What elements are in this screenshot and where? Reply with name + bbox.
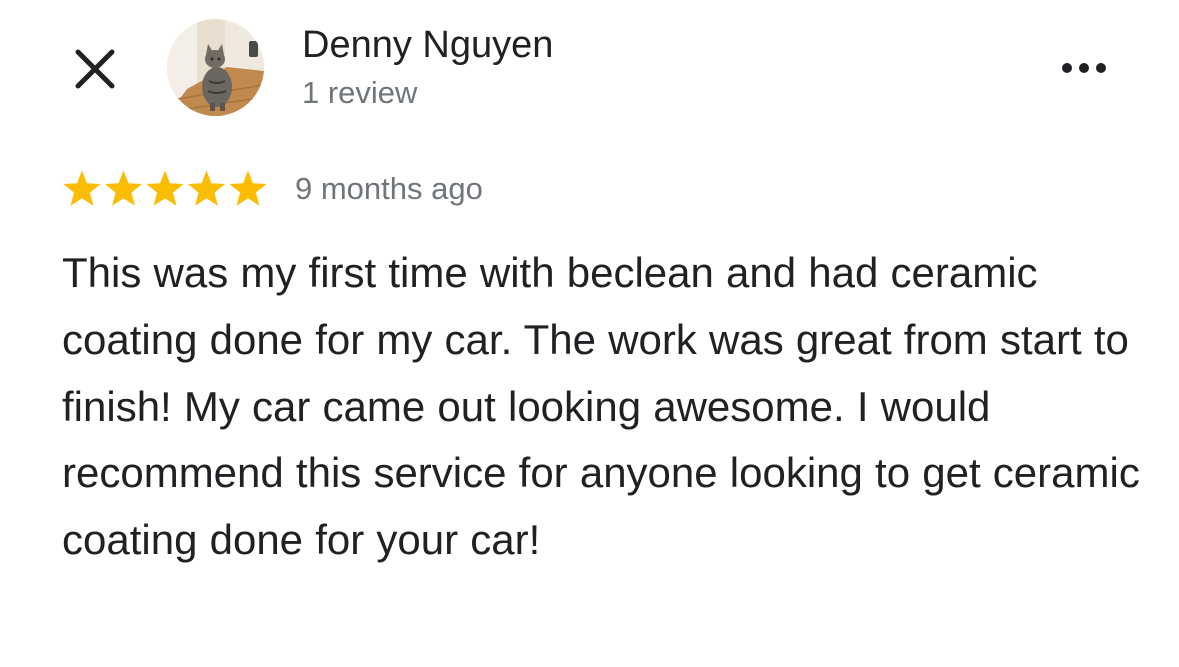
more-horizontal-icon	[1062, 63, 1106, 73]
close-icon	[75, 49, 115, 89]
review-count: 1 review	[302, 75, 418, 110]
more-options-button[interactable]	[1052, 52, 1116, 84]
reviewer-name[interactable]: Denny Nguyen	[302, 22, 553, 68]
cat-photo-avatar	[167, 19, 264, 116]
star-icon	[63, 170, 101, 206]
close-button[interactable]	[70, 44, 120, 94]
review-date: 9 months ago	[295, 171, 483, 206]
star-icon	[146, 170, 184, 206]
star-rating	[62, 170, 270, 210]
star-icon	[229, 170, 267, 206]
review-text: This was my first time with beclean and …	[62, 249, 1140, 564]
star-icon	[187, 170, 226, 206]
avatar[interactable]	[167, 19, 264, 116]
star-icon	[104, 170, 143, 206]
